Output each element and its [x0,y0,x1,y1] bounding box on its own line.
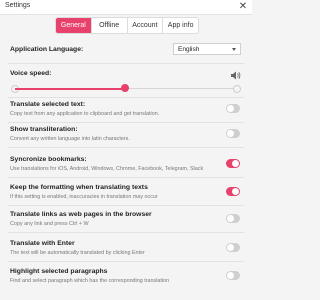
tab-bar: General Offline Account App info [55,17,199,34]
setting-label: Keep the formatting when translating tex… [10,184,148,191]
voice-speed-fill [15,87,125,90]
close-icon[interactable]: ✕ [236,0,250,14]
setting-description: Convert any written language into latin … [10,136,130,142]
setting-description: Copy any link and press Ctrl + W [10,221,89,227]
show-transliteration-toggle[interactable] [226,129,240,138]
divider [8,177,244,178]
language-selected-value: English [178,46,200,53]
tab-general[interactable]: General [56,18,91,33]
setting-label: Translate selected text: [10,101,86,108]
setting-label: Translate links as web pages in the brow… [10,211,152,218]
synchronize-bookmarks-toggle[interactable] [226,159,240,168]
toggle-knob [232,188,239,195]
divider [8,97,244,98]
setting-description: Find and select paragraph which has the … [10,278,170,284]
tab-app-info[interactable]: App info [162,18,198,33]
setting-label: Syncronize bookmarks: [10,156,87,163]
translate-selected-text-toggle[interactable] [226,104,240,113]
divider [8,232,244,233]
window-title: Settings [5,2,31,9]
tab-offline[interactable]: Offline [90,18,127,33]
setting-label: Highlight selected paragraphs [10,268,108,275]
keep-formatting-toggle[interactable] [226,187,240,196]
title-bar: Settings ✕ [0,0,252,15]
setting-description: Copy text from any application to clipbo… [10,111,160,117]
toggle-knob [232,160,239,167]
divider [8,205,244,206]
setting-description: If this setting is enabled, inaccuracies… [10,194,158,200]
slider-max-dot [233,85,241,93]
setting-description: Use translations for iOS, Android, Windo… [10,166,204,172]
toggle-knob [227,130,234,137]
volume-icon [231,71,241,80]
toggle-knob [227,272,234,279]
toggle-knob [227,105,234,112]
divider [8,261,244,262]
setting-description: The text will be automatically translate… [10,250,145,256]
setting-label: Translate with Enter [10,240,75,247]
toggle-knob [227,215,234,222]
translate-links-toggle[interactable] [226,214,240,223]
language-label: Application Language: [10,46,84,53]
tab-account[interactable]: Account [126,18,163,33]
divider [8,122,244,123]
setting-label: Show transliteration: [10,126,78,133]
divider [8,147,244,148]
chevron-down-icon [232,48,236,51]
voice-speed-slider-handle[interactable] [121,84,129,92]
translate-with-enter-toggle[interactable] [226,243,240,252]
divider [8,63,244,64]
voice-speed-label: Voice speed: [10,70,52,77]
language-select[interactable]: English [173,43,241,55]
highlight-paragraphs-toggle[interactable] [226,271,240,280]
toggle-knob [227,244,234,251]
